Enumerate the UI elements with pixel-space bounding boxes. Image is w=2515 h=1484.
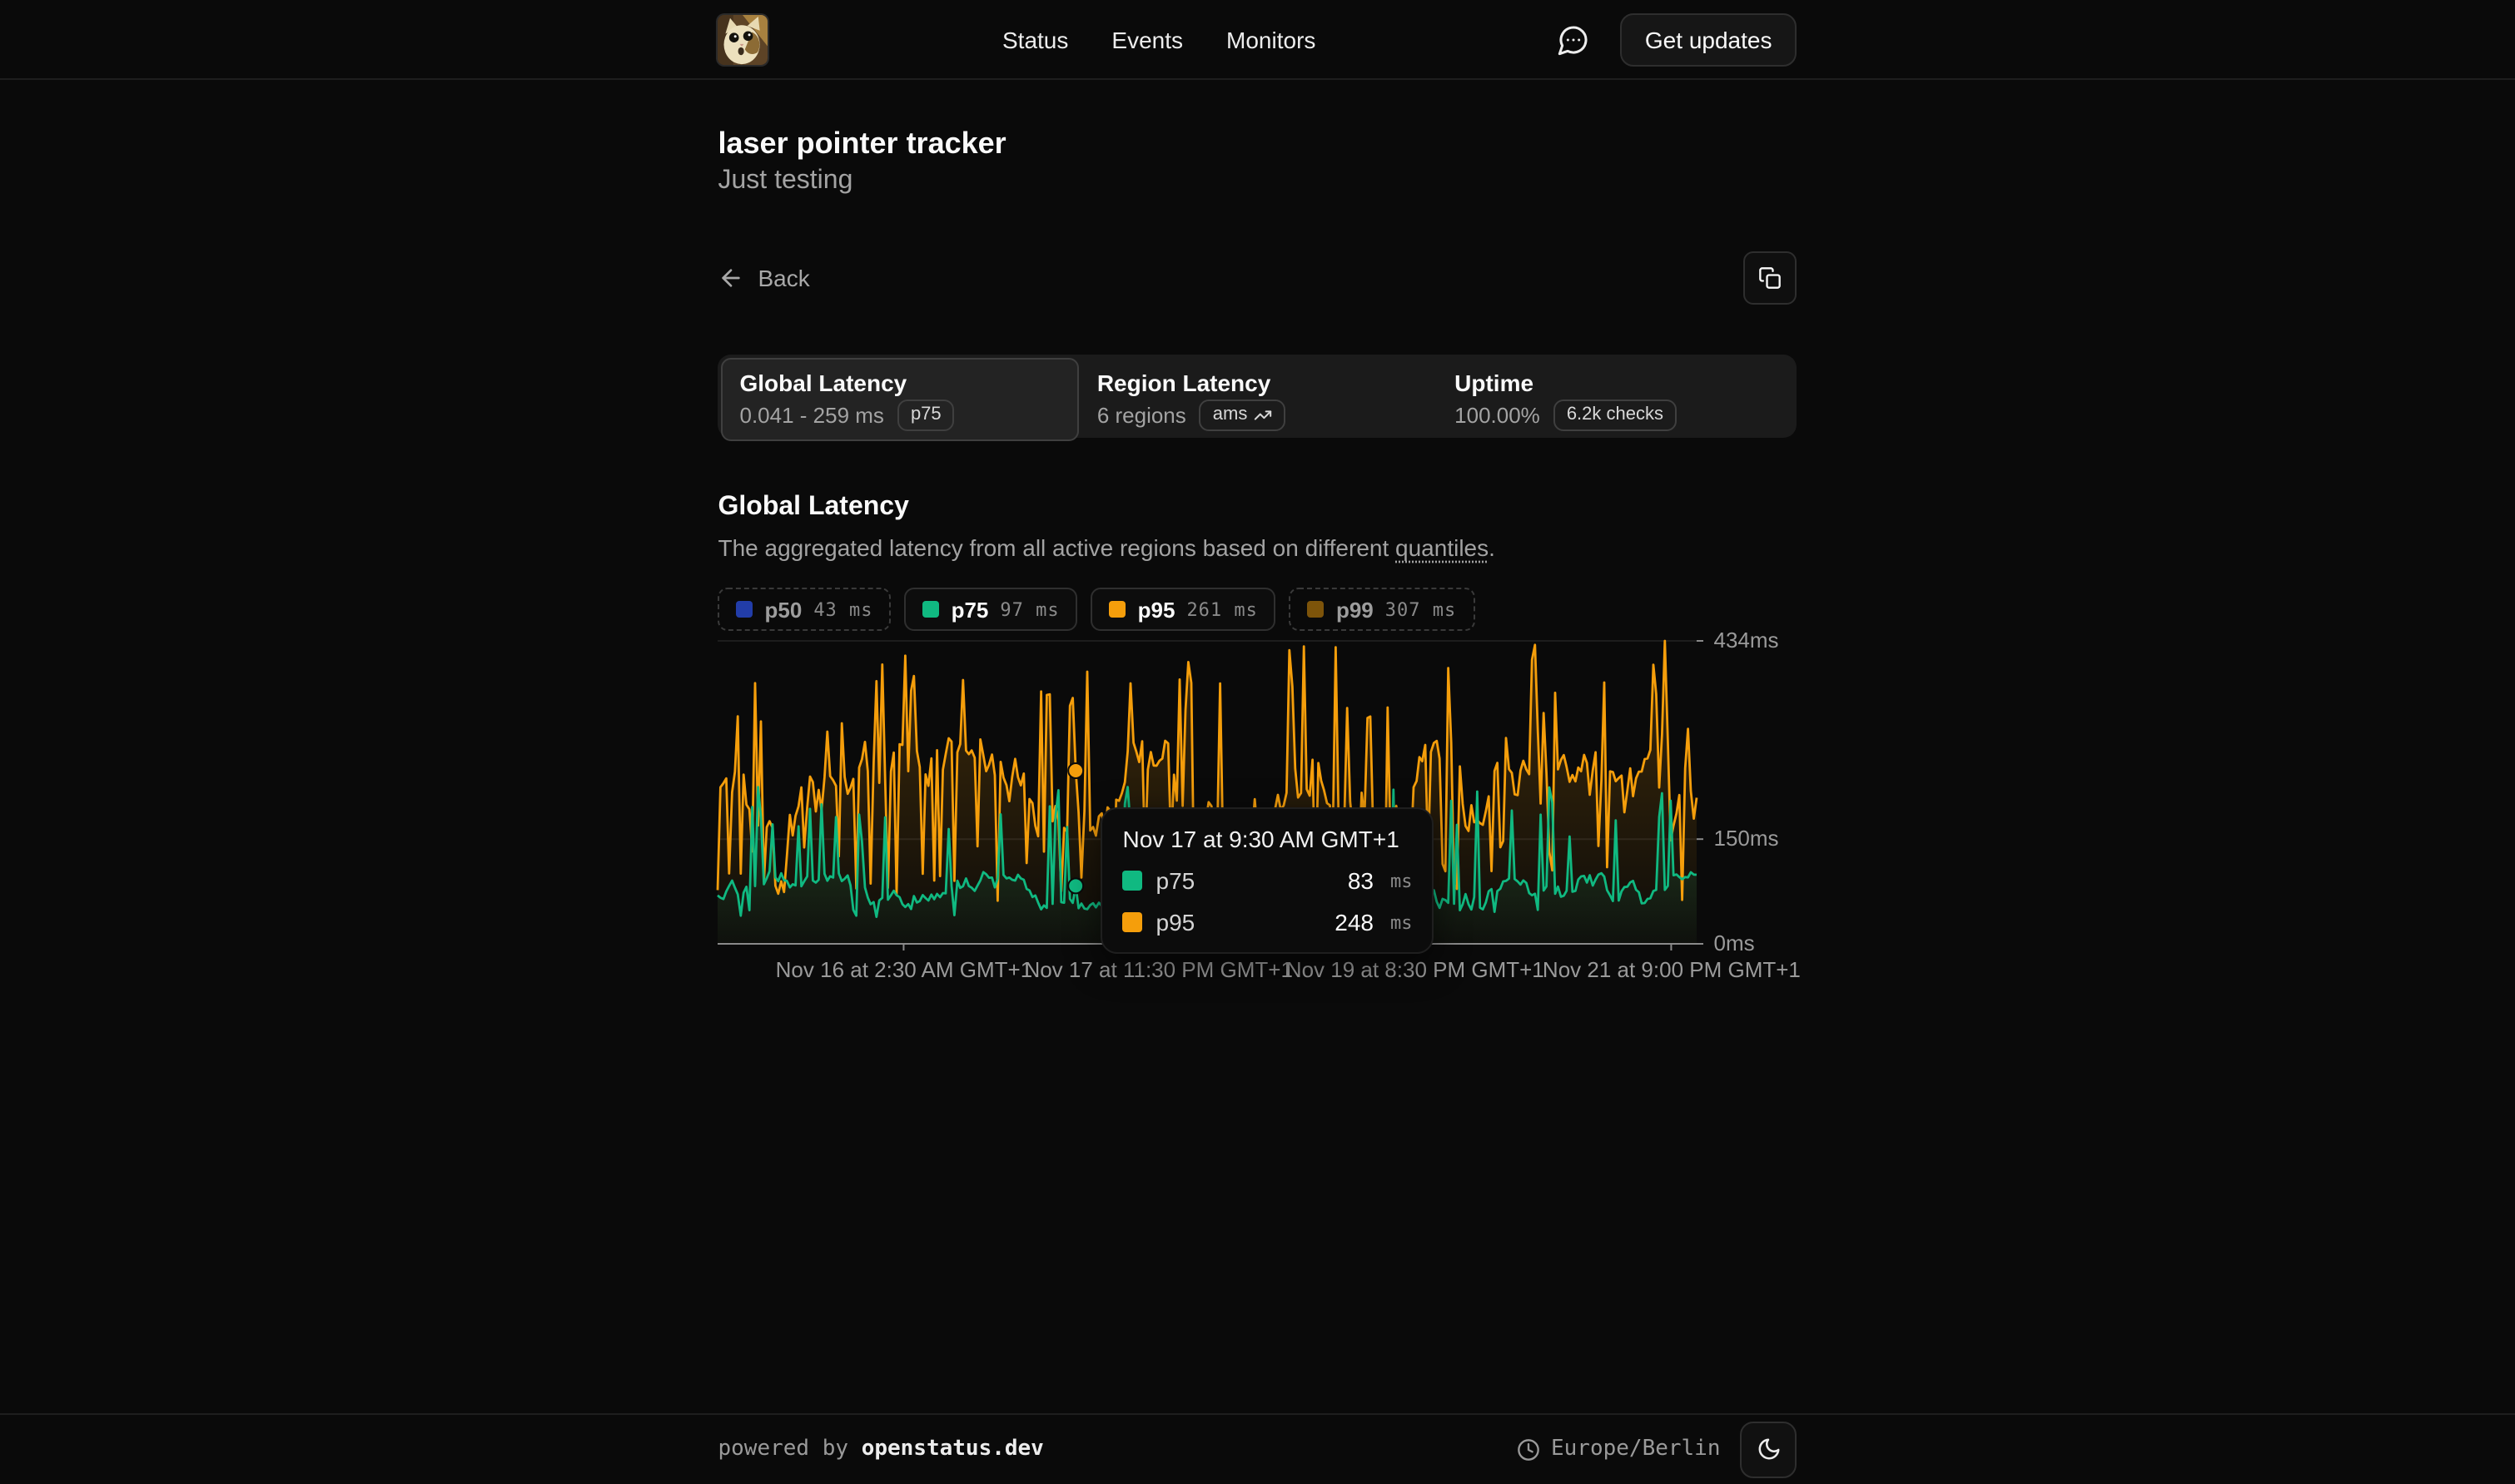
timezone-label: Europe/Berlin xyxy=(1551,1437,1721,1462)
legend-value: 261 ms xyxy=(1186,598,1258,620)
footer: powered by openstatus.dev Europe/Berlin xyxy=(0,1412,2515,1484)
tooltip-series-value: 83 xyxy=(1348,867,1374,894)
tab-uptime[interactable]: Uptime 100.00% 6.2k checks xyxy=(1436,358,1793,441)
tooltip-series-label: p75 xyxy=(1156,867,1195,894)
back-label: Back xyxy=(758,265,810,291)
tab-value: 6 regions xyxy=(1097,403,1186,428)
region-badge-label: ams xyxy=(1213,403,1248,428)
legend-toggle-p95[interactable]: p95 261 ms xyxy=(1091,588,1276,631)
openstatus-link[interactable]: openstatus.dev xyxy=(862,1437,1044,1462)
legend-value: 97 ms xyxy=(1000,598,1059,620)
legend-value: 43 ms xyxy=(813,598,872,620)
clock-icon xyxy=(1516,1437,1539,1461)
tab-region-latency[interactable]: Region Latency 6 regions ams xyxy=(1079,358,1436,441)
status-page: Status Events Monitors Get updates laser… xyxy=(0,0,2515,1484)
x-tick-label: Nov 16 at 2:30 AM GMT+1 xyxy=(776,957,1033,982)
theme-toggle-button[interactable] xyxy=(1741,1421,1797,1477)
legend-label: p50 xyxy=(765,597,803,622)
legend-label: p95 xyxy=(1138,597,1175,622)
header: Status Events Monitors Get updates xyxy=(0,0,2515,80)
p99-swatch xyxy=(1308,601,1325,618)
tab-global-latency[interactable]: Global Latency 0.041 - 259 ms p75 xyxy=(722,358,1079,441)
tooltip-title: Nov 17 at 9:30 AM GMT+1 xyxy=(1123,826,1413,852)
chart-legend: p50 43 ms p75 97 ms p95 261 ms p99 307 m… xyxy=(718,588,1797,631)
legend-label: p99 xyxy=(1336,597,1374,622)
region-badge: ams xyxy=(1200,400,1286,431)
section-title: Global Latency xyxy=(718,489,1797,526)
tooltip-row: p95 248 ms xyxy=(1123,909,1413,936)
tooltip-row: p75 83 ms xyxy=(1123,867,1413,894)
legend-toggle-p75[interactable]: p75 97 ms xyxy=(905,588,1078,631)
main-nav: Status Events Monitors xyxy=(1002,26,1315,52)
legend-value: 307 ms xyxy=(1385,598,1457,620)
p75-swatch xyxy=(923,601,940,618)
p95-swatch xyxy=(1123,912,1143,932)
timezone-display: Europe/Berlin xyxy=(1516,1437,1721,1462)
latency-chart[interactable]: 434ms150ms0ms Nov 16 at 2:30 AM GMT+1Nov… xyxy=(718,641,1797,994)
tab-title: Global Latency xyxy=(740,368,1061,398)
get-updates-button[interactable]: Get updates xyxy=(1620,12,1797,66)
page-title: laser pointer tracker xyxy=(718,125,1797,161)
trending-up-icon xyxy=(1254,406,1272,424)
y-tick-label: 0ms xyxy=(1714,932,1755,955)
y-tick-label: 434ms xyxy=(1714,629,1779,653)
tooltip-series-value: 248 xyxy=(1335,909,1374,936)
checks-badge: 6.2k checks xyxy=(1553,400,1677,431)
moon-icon xyxy=(1757,1437,1782,1462)
x-tick-label: Nov 17 at 11:30 PM GMT+1 xyxy=(1024,957,1293,982)
p75-swatch xyxy=(1123,871,1143,891)
tab-value: 0.041 - 259 ms xyxy=(740,403,884,428)
quantiles-link[interactable]: quantiles xyxy=(1395,534,1489,561)
section-description-period: . xyxy=(1489,534,1495,561)
copy-link-button[interactable] xyxy=(1744,251,1797,305)
x-tick-label: Nov 21 at 9:00 PM GMT+1 xyxy=(1543,957,1801,982)
powered-by-prefix: powered by xyxy=(718,1437,862,1462)
legend-label: p75 xyxy=(952,597,989,622)
tab-value: 100.00% xyxy=(1454,403,1540,428)
tooltip-series-unit: ms xyxy=(1390,870,1413,891)
x-tick-label: Nov 19 at 8:30 PM GMT+1 xyxy=(1286,957,1544,982)
tooltip-series-unit: ms xyxy=(1390,911,1413,933)
legend-toggle-p50[interactable]: p50 43 ms xyxy=(718,588,892,631)
section-description: The aggregated latency from all active r… xyxy=(718,531,1797,564)
back-button[interactable]: Back xyxy=(718,265,810,291)
legend-toggle-p99[interactable]: p99 307 ms xyxy=(1290,588,1474,631)
nav-events[interactable]: Events xyxy=(1111,26,1183,52)
quantile-badge: p75 xyxy=(897,400,955,431)
tooltip-series-label: p95 xyxy=(1156,909,1195,936)
site-logo[interactable] xyxy=(718,14,768,64)
nav-status[interactable]: Status xyxy=(1002,26,1068,52)
main-content: laser pointer tracker Just testing Back xyxy=(0,80,2515,994)
tab-title: Region Latency xyxy=(1097,368,1418,398)
section-description-text: The aggregated latency from all active r… xyxy=(718,534,1396,561)
metric-tabs: Global Latency 0.041 - 259 ms p75 Region… xyxy=(718,355,1797,438)
arrow-left-icon xyxy=(718,265,745,291)
page-description: Just testing xyxy=(718,165,1797,198)
p95-swatch xyxy=(1110,601,1126,618)
cat-avatar-icon xyxy=(718,14,768,64)
feedback-button[interactable] xyxy=(1550,16,1597,62)
nav-monitors[interactable]: Monitors xyxy=(1226,26,1315,52)
toolbar: Back xyxy=(718,251,1797,305)
tab-title: Uptime xyxy=(1454,368,1775,398)
p50-swatch xyxy=(737,601,753,618)
copy-icon xyxy=(1759,266,1782,290)
chart-tooltip: Nov 17 at 9:30 AM GMT+1 p75 83 ms p95 24… xyxy=(1101,807,1434,954)
y-tick-label: 150ms xyxy=(1714,827,1779,851)
powered-by: powered by openstatus.dev xyxy=(718,1437,1044,1462)
message-bubble-icon xyxy=(1557,22,1590,56)
